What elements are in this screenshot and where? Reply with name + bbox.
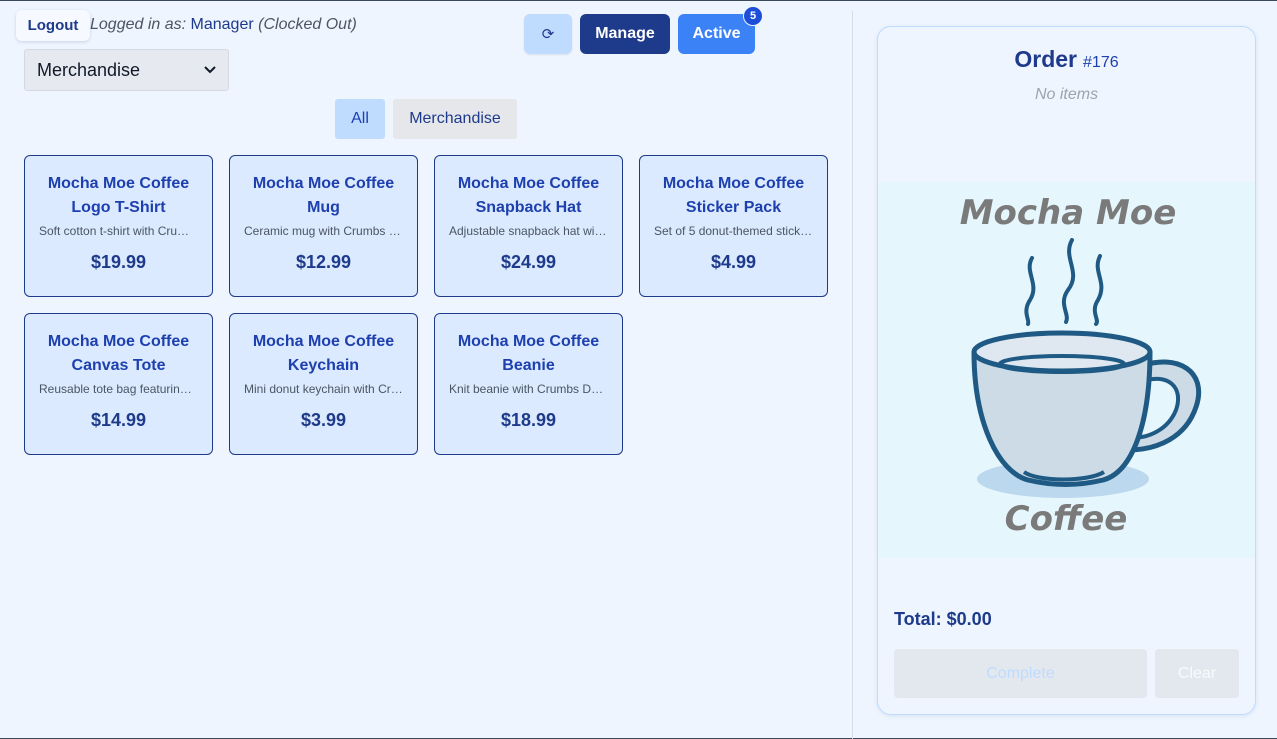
- product-price: $12.99: [295, 252, 352, 272]
- current-user: Manager: [190, 16, 254, 33]
- product-card[interactable]: Mocha Moe Coffee Logo T-Shirt Soft cotto…: [24, 155, 213, 297]
- filter-tab-merchandise[interactable]: Merchandise: [393, 99, 517, 139]
- product-card[interactable]: Mocha Moe Coffee Mug Ceramic mug with Cr…: [229, 155, 418, 297]
- product-card[interactable]: Mocha Moe Coffee Snapback Hat Adjustable…: [434, 155, 623, 297]
- order-title: Order: [1014, 46, 1078, 72]
- order-number: #176: [1083, 54, 1119, 71]
- product-description: Mini donut keychain with Crumbs branding: [244, 382, 403, 396]
- logout-button[interactable]: Logout: [16, 10, 90, 41]
- product-name: Mocha Moe Coffee Snapback Hat: [457, 175, 600, 216]
- product-description: Knit beanie with Crumbs Donut patch: [449, 382, 608, 396]
- product-description: Adjustable snapback hat with embroidered…: [449, 224, 608, 238]
- clock-status: (Clocked Out): [258, 16, 357, 33]
- product-card[interactable]: Mocha Moe Coffee Sticker Pack Set of 5 d…: [639, 155, 828, 297]
- product-card[interactable]: Mocha Moe Coffee Beanie Knit beanie with…: [434, 313, 623, 455]
- active-orders-button[interactable]: Active 5: [678, 6, 763, 54]
- product-card[interactable]: Mocha Moe Coffee Canvas Tote Reusable to…: [24, 313, 213, 455]
- chevron-down-icon: [204, 63, 216, 77]
- product-card[interactable]: Mocha Moe Coffee Keychain Mini donut key…: [229, 313, 418, 455]
- product-name: Mocha Moe Coffee Sticker Pack: [662, 175, 805, 216]
- product-name: Mocha Moe Coffee Mug: [252, 175, 395, 216]
- manage-button[interactable]: Manage: [580, 14, 670, 54]
- product-price: $3.99: [300, 410, 347, 430]
- product-grid: Mocha Moe Coffee Logo T-Shirt Soft cotto…: [24, 155, 828, 455]
- product-description: Soft cotton t-shirt with Crumbs Donut lo…: [39, 224, 198, 238]
- filter-tab-all[interactable]: All: [335, 99, 385, 139]
- product-name: Mocha Moe Coffee Keychain: [252, 333, 395, 374]
- active-orders-label: Active: [692, 25, 741, 42]
- brand-logo: Mocha Moe Coffee: [878, 182, 1255, 558]
- product-price: $19.99: [90, 252, 147, 272]
- category-select[interactable]: Merchandise: [24, 49, 229, 91]
- order-header: Order #176: [878, 46, 1255, 73]
- login-prefix: Logged in as:: [90, 16, 187, 33]
- product-name: Mocha Moe Coffee Beanie: [457, 333, 600, 374]
- logo-text-top: Mocha Moe: [960, 193, 1177, 233]
- clear-order-button[interactable]: Clear: [1155, 649, 1239, 698]
- product-price: $18.99: [500, 410, 557, 430]
- order-total: Total: $0.00: [894, 609, 992, 629]
- product-price: $24.99: [500, 252, 557, 272]
- pane-divider: [852, 11, 853, 739]
- login-status: Logged in as: Manager (Clocked Out): [90, 16, 357, 34]
- empty-order-message: No items: [1034, 86, 1099, 103]
- category-select-value: Merchandise: [37, 59, 141, 80]
- product-name: Mocha Moe Coffee Logo T-Shirt: [47, 175, 190, 216]
- product-description: Reusable tote bag featuring our logo: [39, 382, 198, 396]
- refresh-button[interactable]: ⟳: [524, 14, 572, 54]
- refresh-icon: ⟳: [541, 26, 555, 43]
- complete-order-button[interactable]: Complete: [894, 649, 1147, 698]
- product-price: $14.99: [90, 410, 147, 430]
- logo-text-bottom: Coffee: [1005, 499, 1128, 539]
- order-panel: Order #176 No items Mocha Moe Coffee Tota…: [877, 26, 1256, 715]
- product-description: Set of 5 donut-themed stickers: [654, 224, 813, 238]
- product-description: Ceramic mug with Crumbs Donut design: [244, 224, 403, 238]
- active-count-badge: 5: [743, 6, 763, 26]
- product-name: Mocha Moe Coffee Canvas Tote: [47, 333, 190, 374]
- product-price: $4.99: [710, 252, 757, 272]
